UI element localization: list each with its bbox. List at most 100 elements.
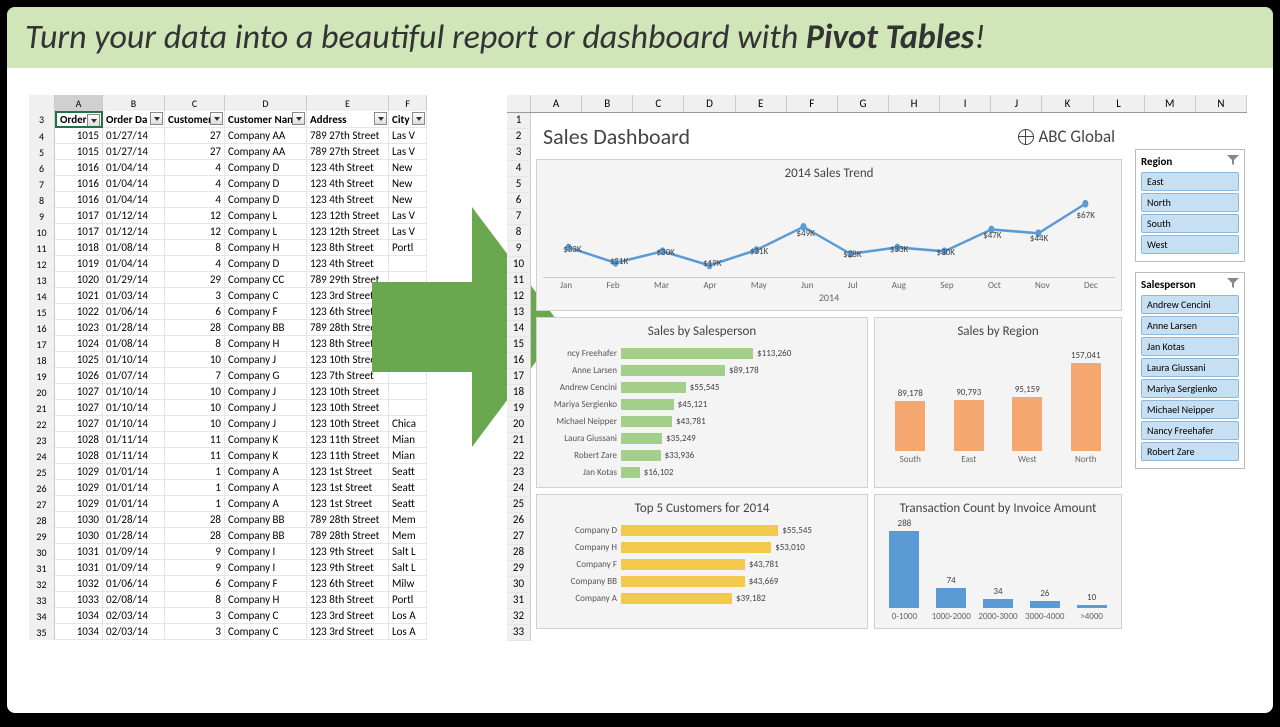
cell[interactable]: Company AA	[225, 144, 307, 160]
col-header[interactable]: N	[1196, 95, 1247, 112]
cell[interactable]: 1029	[55, 464, 103, 480]
cell[interactable]: 1023	[55, 320, 103, 336]
cell[interactable]: 1021	[55, 288, 103, 304]
cell[interactable]: 02/03/14	[103, 608, 165, 624]
cell[interactable]: 01/03/14	[103, 288, 165, 304]
cell[interactable]: Company A	[225, 464, 307, 480]
cell[interactable]: Company L	[225, 208, 307, 224]
cell[interactable]: 02/03/14	[103, 624, 165, 640]
cell[interactable]: 123 4th Street	[307, 160, 389, 176]
row-header[interactable]: 20	[507, 417, 531, 433]
cell[interactable]: Company I	[225, 560, 307, 576]
cell[interactable]: Company AA	[225, 128, 307, 144]
col-header[interactable]: F	[389, 95, 427, 111]
cell[interactable]: 01/27/14	[103, 144, 165, 160]
slicer-item[interactable]: Jan Kotas	[1141, 337, 1239, 356]
slicer-item[interactable]: Mariya Sergienko	[1141, 379, 1239, 398]
row-header[interactable]: 21	[507, 433, 531, 449]
row-header[interactable]: 14	[29, 288, 55, 304]
cell[interactable]: 6	[165, 304, 225, 320]
cell[interactable]: 123 4th Street	[307, 192, 389, 208]
slicer-item[interactable]: West	[1141, 235, 1239, 254]
cell[interactable]: 1025	[55, 352, 103, 368]
row-header[interactable]: 6	[29, 160, 55, 176]
cell[interactable]: Milw	[389, 576, 427, 592]
row-header[interactable]: 17	[507, 369, 531, 385]
cell[interactable]: 01/28/14	[103, 320, 165, 336]
cell[interactable]: 123 3rd Street	[307, 608, 389, 624]
row-header[interactable]: 25	[29, 464, 55, 480]
row-header[interactable]: 24	[507, 481, 531, 497]
cell[interactable]: 1019	[55, 256, 103, 272]
cell[interactable]: 1033	[55, 592, 103, 608]
cell[interactable]: 1027	[55, 416, 103, 432]
cell[interactable]: 01/12/14	[103, 208, 165, 224]
cell[interactable]: 789 28th Street	[307, 512, 389, 528]
sales-by-salesperson-chart[interactable]: Sales by Salesperson ncy Freehafer$113,2…	[536, 317, 868, 488]
row-header[interactable]: 24	[29, 448, 55, 464]
row-header[interactable]: 26	[507, 513, 531, 529]
salesperson-slicer[interactable]: Salesperson Andrew CenciniAnne LarsenJan…	[1135, 272, 1245, 469]
cell[interactable]: Company L	[225, 224, 307, 240]
cell[interactable]: 1029	[55, 496, 103, 512]
table-header-cell[interactable]: Order Da	[103, 111, 165, 128]
cell[interactable]: 1027	[55, 400, 103, 416]
row-header[interactable]: 28	[507, 545, 531, 561]
row-header[interactable]: 6	[507, 193, 531, 209]
row-header[interactable]: 18	[507, 385, 531, 401]
cell[interactable]: 1029	[55, 480, 103, 496]
cell[interactable]: 10	[165, 384, 225, 400]
cell[interactable]: 7	[165, 368, 225, 384]
table-header-cell[interactable]: Order	[55, 111, 103, 128]
row-header[interactable]: 31	[29, 560, 55, 576]
cell[interactable]: 01/04/14	[103, 176, 165, 192]
slicer-item[interactable]: Laura Giussani	[1141, 358, 1239, 377]
col-header[interactable]: D	[225, 95, 307, 111]
col-header[interactable]: A	[531, 95, 582, 112]
cell[interactable]: Las V	[389, 144, 427, 160]
slicer-item[interactable]: East	[1141, 172, 1239, 191]
cell[interactable]: 11	[165, 448, 225, 464]
cell[interactable]: 10	[165, 352, 225, 368]
cell[interactable]: 789 28th Street	[307, 528, 389, 544]
cell[interactable]: 1026	[55, 368, 103, 384]
row-header[interactable]: 35	[29, 624, 55, 640]
row-header[interactable]: 16	[29, 320, 55, 336]
cell[interactable]: 1	[165, 496, 225, 512]
cell[interactable]: 123 6th Street	[307, 576, 389, 592]
cell[interactable]: Company C	[225, 608, 307, 624]
slicer-item[interactable]: Andrew Cencini	[1141, 295, 1239, 314]
row-header[interactable]: 33	[29, 592, 55, 608]
slicer-item[interactable]: Nancy Freehafer	[1141, 421, 1239, 440]
cell[interactable]: Company H	[225, 240, 307, 256]
cell[interactable]: 12	[165, 224, 225, 240]
cell[interactable]: 1030	[55, 528, 103, 544]
row-header[interactable]: 2	[507, 129, 531, 145]
cell[interactable]: 01/04/14	[103, 160, 165, 176]
row-header[interactable]: 27	[507, 529, 531, 545]
cell[interactable]: 789 27th Street	[307, 128, 389, 144]
cell[interactable]: Portl	[389, 592, 427, 608]
filter-dropdown-icon[interactable]	[292, 112, 305, 125]
cell[interactable]: 1015	[55, 144, 103, 160]
row-header[interactable]: 25	[507, 497, 531, 513]
cell[interactable]: 01/11/14	[103, 432, 165, 448]
cell[interactable]: 29	[165, 272, 225, 288]
cell[interactable]: Seatt	[389, 480, 427, 496]
cell[interactable]: Company D	[225, 256, 307, 272]
cell[interactable]: Company D	[225, 160, 307, 176]
table-header-cell[interactable]: Address	[307, 111, 389, 128]
cell[interactable]: Mem	[389, 528, 427, 544]
row-header[interactable]: 22	[507, 449, 531, 465]
row-header[interactable]: 30	[507, 577, 531, 593]
row-header[interactable]: 22	[29, 416, 55, 432]
cell[interactable]: 01/01/14	[103, 496, 165, 512]
cell[interactable]: 1015	[55, 128, 103, 144]
col-header[interactable]: E	[307, 95, 389, 111]
cell[interactable]: 01/09/14	[103, 544, 165, 560]
cell[interactable]: Company F	[225, 304, 307, 320]
cell[interactable]: 3	[165, 608, 225, 624]
cell[interactable]: Company I	[225, 544, 307, 560]
cell[interactable]: Company K	[225, 432, 307, 448]
cell[interactable]: 01/28/14	[103, 528, 165, 544]
